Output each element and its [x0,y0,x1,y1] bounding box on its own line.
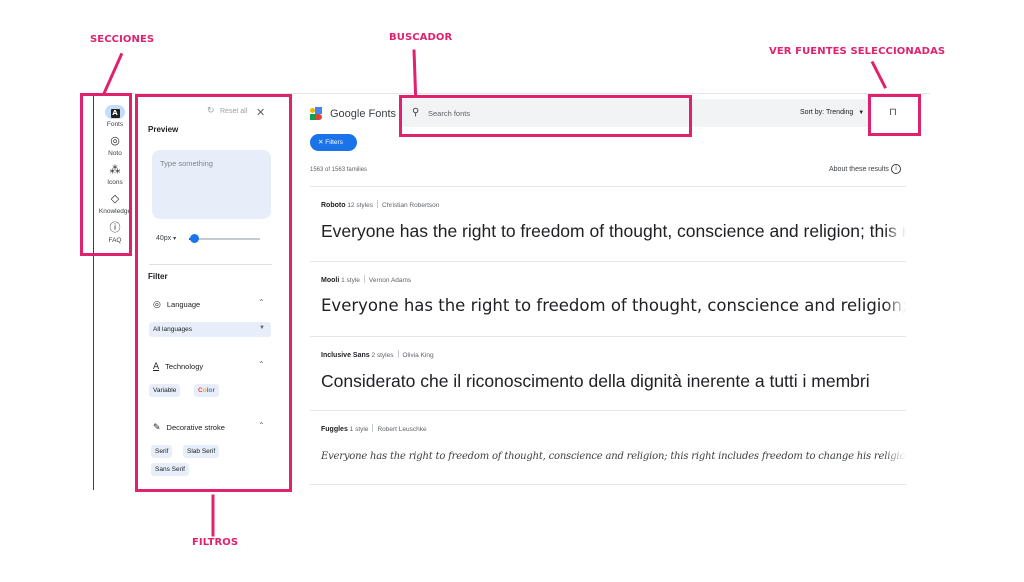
font-designer: Robert Leuschke [377,426,427,433]
info-icon[interactable]: i [891,164,901,174]
font-name: Mooli [321,277,340,284]
font-sample: Everyone has the right to freedom of tho… [321,451,906,462]
results-count: 1563 of 1563 families [310,167,368,173]
font-designer: Christian Robertson [381,202,440,209]
font-sample: Considerato che il riconoscimento della … [321,371,870,391]
fade-overlay [884,441,906,471]
annotation-label-buscador: BUSCADOR [389,32,453,43]
annotation-label-ver-fuentes: VER FUENTES SELECCIONADAS [769,46,946,57]
font-meta: Mooli 1 style Vernon Adams [321,275,411,284]
annotation-arrow-filtros [211,494,215,537]
font-card-roboto[interactable]: Roboto 12 styles Christian Robertson Ever… [310,186,906,261]
filters-button[interactable]: ✕ Filters [310,134,357,151]
close-icon: ✕ [318,139,324,146]
font-meta: Fuggles 1 style Robert Leuschke [321,424,427,433]
font-name: Inclusive Sans [321,352,370,359]
font-styles: 1 style [341,277,360,284]
annotation-label-filtros: FILTROS [192,537,239,548]
annotation-arrow-buscador [412,49,418,96]
font-designer: Vernon Adams [368,277,412,284]
font-card-inclusive-sans[interactable]: Inclusive Sans 2 styles Olivia King Consi… [310,336,906,411]
font-styles: 12 styles [347,202,373,209]
font-sample: Everyone has the right to freedom of tho… [321,296,906,315]
font-styles: 1 style [349,426,369,433]
font-card-fuggles[interactable]: Fuggles 1 style Robert Leuschke Everyone … [310,410,906,485]
fade-overlay [884,217,906,247]
font-card-mooli[interactable]: Mooli 1 style Vernon Adams Everyone has t… [310,261,906,336]
filters-button-label: Filters [325,139,343,146]
logo-text[interactable]: Google Fonts [330,108,396,120]
annotation-arrow-ver-fuentes [870,60,887,89]
font-designer: Olivia King [402,352,434,359]
font-name: Roboto [321,202,346,209]
annotation-box-ver-fuentes [868,94,921,136]
annotation-arrow-secciones [102,52,124,95]
fade-overlay [884,292,906,322]
font-styles: 2 styles [371,352,394,359]
font-meta: Roboto 12 styles Christian Robertson [321,200,439,209]
chevron-down-icon: ▼ [858,110,865,116]
annotation-label-secciones: SECCIONES [90,34,155,45]
font-name: Fuggles [321,426,348,433]
annotation-box-buscador [399,95,692,137]
sort-label: Sort by: Trending [800,109,854,116]
annotation-box-filtros [135,94,292,492]
fade-overlay [884,367,906,397]
sort-dropdown[interactable]: Sort by: Trending ▼ [790,99,868,127]
font-sample: Everyone has the right to freedom of tho… [321,221,906,241]
about-results-link[interactable]: About these results [829,166,889,173]
annotation-box-secciones [80,93,132,256]
font-meta: Inclusive Sans 2 styles Olivia King [321,350,434,359]
google-fonts-logo-icon[interactable] [310,107,324,121]
